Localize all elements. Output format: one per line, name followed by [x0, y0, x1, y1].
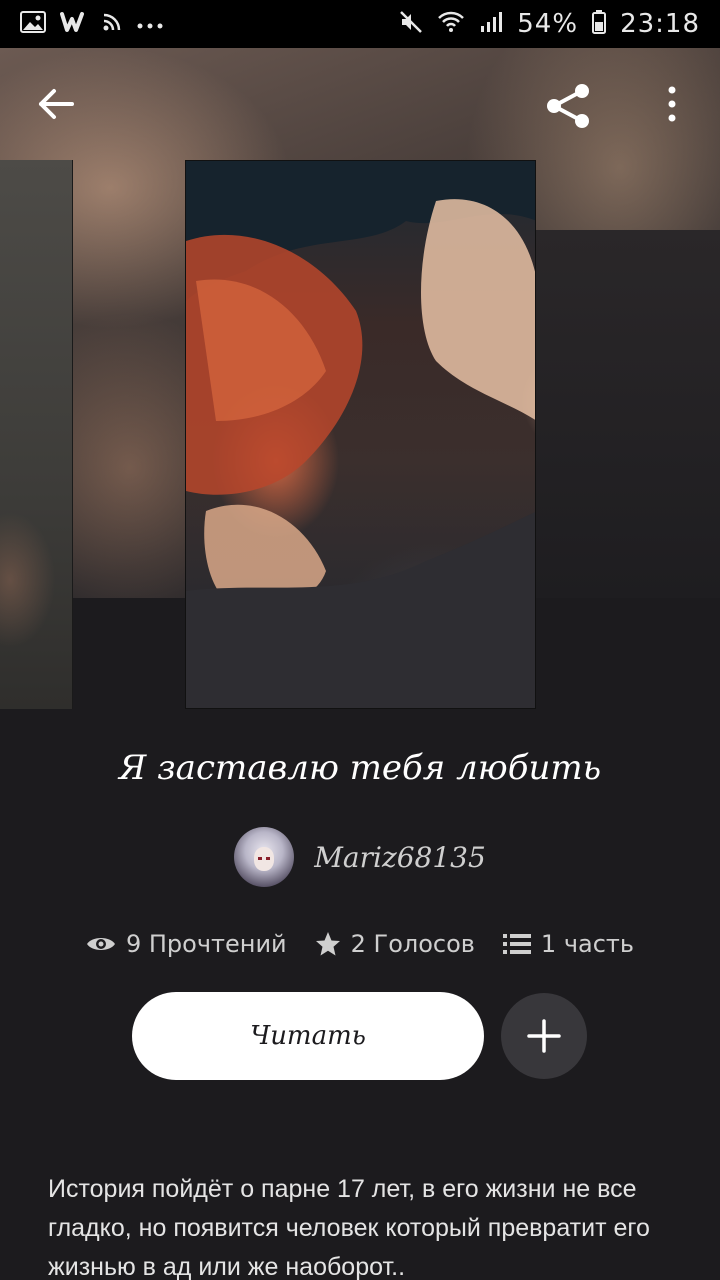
status-left-icons [20, 10, 164, 38]
battery-percent: 54% [517, 9, 579, 39]
plus-icon [527, 1019, 561, 1053]
story-description: История пойдёт о парне 17 лет, в его жиз… [48, 1175, 650, 1280]
star-icon [315, 931, 341, 957]
share-icon [547, 84, 589, 128]
back-button[interactable] [28, 80, 84, 128]
parts-count: 1 часть [540, 930, 635, 958]
clock: 23:18 [620, 9, 700, 39]
story-cover-image[interactable] [185, 160, 536, 709]
status-bar: 54% 23:18 [0, 0, 720, 48]
wattpad-w-icon [60, 11, 88, 38]
avatar-face [254, 847, 275, 871]
more-options-button[interactable] [650, 80, 694, 128]
status-right-icons: 54% 23:18 [399, 9, 700, 39]
previous-cover-thumbnail[interactable] [0, 160, 73, 709]
author-row[interactable]: Mariz68135 [0, 826, 720, 888]
vertical-dots-icon [668, 86, 676, 122]
mute-icon [399, 10, 423, 39]
story-stats: 9 Прочтений 2 Голосов 1 часть [0, 924, 720, 964]
parts-stat: 1 часть [502, 930, 635, 958]
eye-icon [86, 934, 116, 954]
arrow-left-icon [39, 89, 74, 119]
avatar-eye [266, 857, 271, 860]
list-icon [502, 933, 531, 955]
share-button[interactable] [540, 78, 596, 134]
rss-icon [102, 12, 122, 37]
reads-count: 9 Прочтений [125, 930, 287, 958]
avatar[interactable] [234, 827, 295, 887]
votes-count: 2 Голосов [350, 930, 475, 958]
read-button[interactable]: Читать [132, 992, 484, 1080]
avatar-eye [258, 857, 263, 860]
background-shade [536, 230, 720, 598]
add-to-library-button[interactable] [501, 993, 587, 1079]
votes-stat: 2 Голосов [315, 930, 475, 958]
more-dots-icon [136, 13, 164, 35]
battery-icon [592, 9, 607, 39]
wifi-icon [437, 11, 465, 38]
story-title: Я заставлю тебя любить [118, 748, 602, 788]
reads-stat: 9 Прочтений [86, 930, 287, 958]
gallery-icon [20, 10, 46, 38]
signal-icon [479, 11, 503, 38]
author-name[interactable]: Mariz68135 [314, 841, 486, 874]
